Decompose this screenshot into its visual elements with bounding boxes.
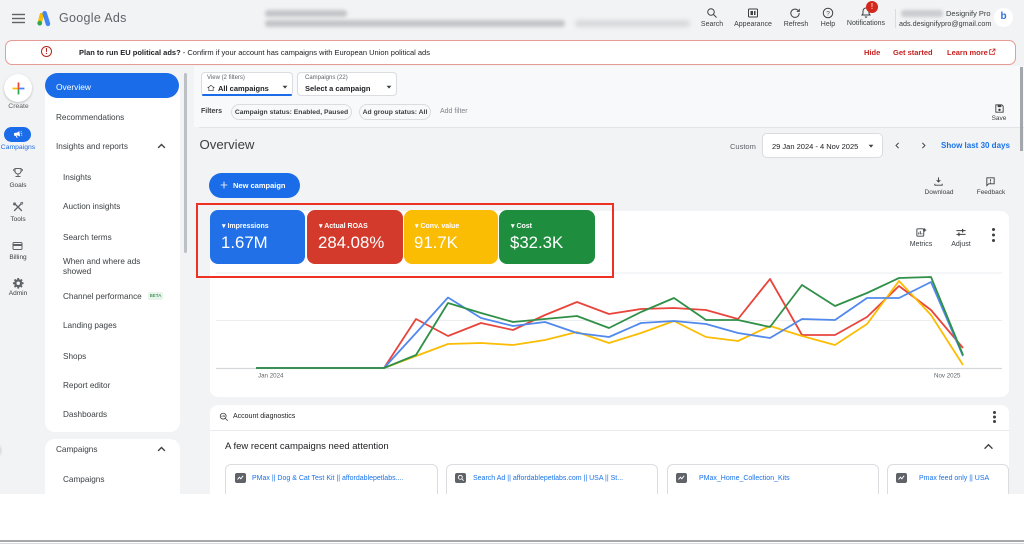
svg-text:Jan 2024: Jan 2024 (258, 373, 284, 380)
svg-text:Nov 2025: Nov 2025 (934, 373, 961, 380)
svg-text:?: ? (826, 10, 830, 17)
